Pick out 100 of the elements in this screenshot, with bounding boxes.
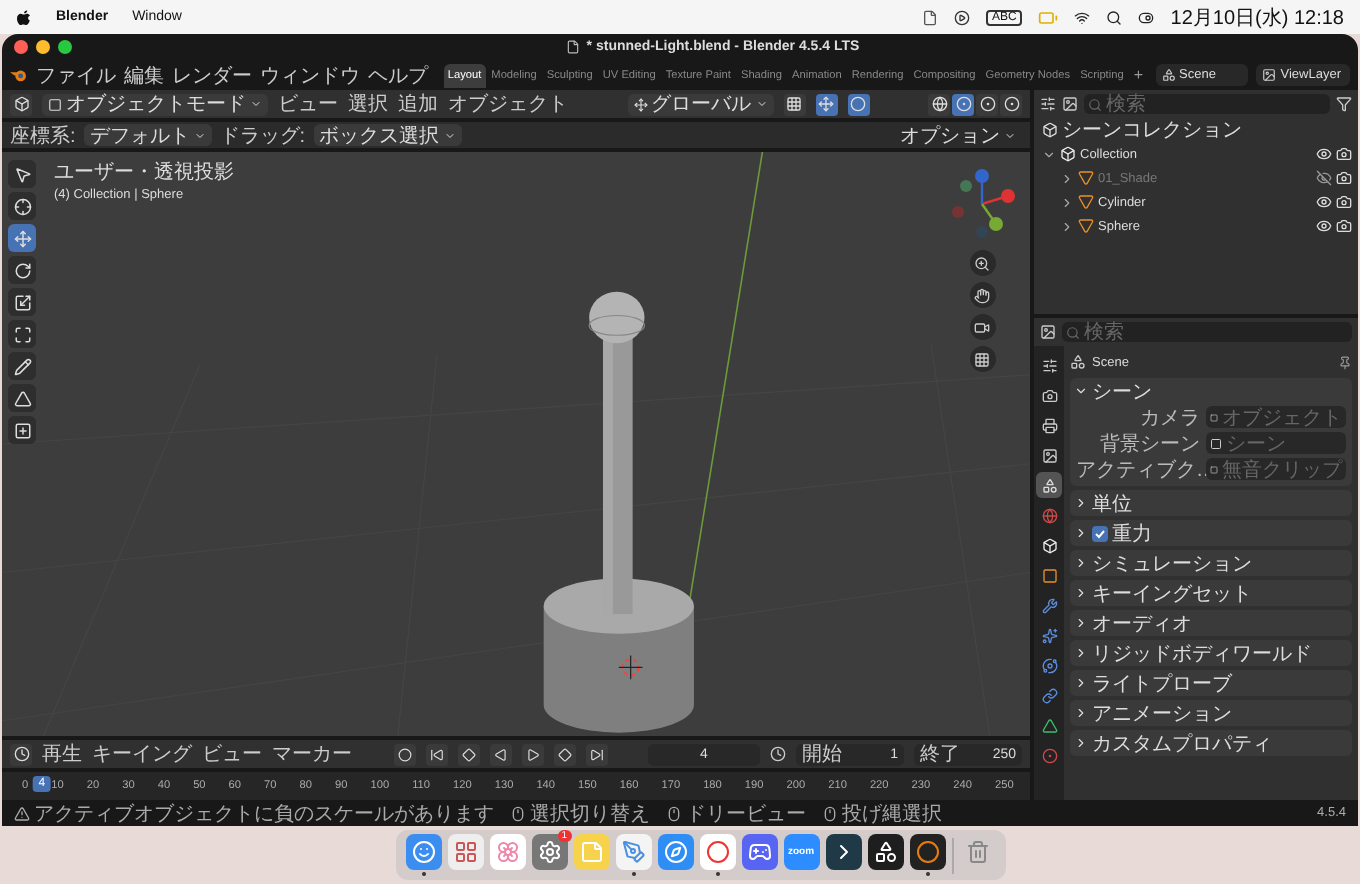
checkbox[interactable] xyxy=(1092,525,1108,541)
mouse-icon xyxy=(510,805,526,821)
shading-button[interactable] xyxy=(952,93,974,115)
menu-item[interactable]: ヘルプ xyxy=(367,61,428,89)
list-icon[interactable] xyxy=(1040,96,1056,112)
document-icon[interactable] xyxy=(921,9,938,25)
search-icon[interactable] xyxy=(1106,9,1123,25)
orientation-dropdown[interactable]: グローバル xyxy=(627,93,773,115)
panel-header[interactable]: カスタムプロパティ xyxy=(1070,730,1352,756)
collection-icon xyxy=(1060,146,1076,162)
zoom-button[interactable] xyxy=(969,250,995,276)
eye-icon[interactable] xyxy=(1316,146,1332,162)
camera-icon[interactable] xyxy=(1336,218,1352,234)
play-button[interactable] xyxy=(521,743,543,765)
menu-item[interactable]: レンダー xyxy=(171,61,252,89)
logo-icon[interactable] xyxy=(10,66,28,84)
grid-view-button[interactable] xyxy=(969,346,995,372)
menu-item[interactable]: ウィンドウ xyxy=(259,61,360,89)
snap-button[interactable] xyxy=(783,93,805,115)
add-workspace-button[interactable]: + xyxy=(1129,66,1147,84)
shading-button[interactable] xyxy=(1000,93,1022,115)
jump-end-button[interactable] xyxy=(585,743,607,765)
tool-button[interactable] xyxy=(8,416,36,444)
circle-icon xyxy=(397,747,411,761)
panel-header[interactable]: リジッドボディワールド xyxy=(1070,640,1352,666)
eye-icon[interactable] xyxy=(1316,218,1332,234)
overlay-button[interactable] xyxy=(847,93,869,115)
tool-button[interactable] xyxy=(8,352,36,380)
close-button[interactable] xyxy=(14,40,28,54)
play-reverse-button[interactable] xyxy=(489,743,511,765)
shading-button[interactable] xyxy=(928,93,950,115)
flower-icon xyxy=(495,840,519,864)
dock-app[interactable] xyxy=(867,834,903,870)
circle-icon xyxy=(850,96,866,112)
minimize-button[interactable] xyxy=(36,40,50,54)
wifi-icon[interactable] xyxy=(1074,9,1091,25)
play-circle-icon[interactable] xyxy=(953,9,970,25)
panel-header[interactable]: アニメーション xyxy=(1070,700,1352,726)
filter-icon[interactable] xyxy=(1336,96,1352,112)
coordinate-dropdown[interactable]: デフォルト xyxy=(83,124,212,146)
menu-item[interactable]: 編集 xyxy=(123,61,164,89)
wireframe-icon xyxy=(931,96,947,112)
zoom-button[interactable] xyxy=(58,40,72,54)
menu-item[interactable]: 追加 xyxy=(398,90,438,118)
dock-app[interactable] xyxy=(909,834,945,870)
panel-header[interactable]: オーディオ xyxy=(1070,610,1352,636)
jump-start-button[interactable] xyxy=(425,743,447,765)
menu-item[interactable]: オブジェクト xyxy=(448,90,568,118)
editor-type-icon[interactable] xyxy=(1040,324,1056,340)
pan-button[interactable] xyxy=(969,282,995,308)
menu-item[interactable]: ビュー xyxy=(278,90,338,118)
tool-button[interactable] xyxy=(8,224,36,252)
image-icon[interactable] xyxy=(1062,96,1078,112)
outliner-item[interactable]: シーンコレクション xyxy=(1062,116,1242,144)
camera-icon[interactable] xyxy=(1336,146,1352,162)
panel-header[interactable]: 単位 xyxy=(1070,490,1352,516)
field-label: カメラ xyxy=(1138,405,1200,431)
next-keyframe-button[interactable] xyxy=(553,743,575,765)
gizmo-button[interactable] xyxy=(815,93,837,115)
tool-button[interactable] xyxy=(8,160,36,188)
eye-icon[interactable] xyxy=(1316,194,1332,210)
section-header[interactable]: シーン xyxy=(1070,378,1352,404)
drag-dropdown[interactable]: ボックス選択 xyxy=(313,124,462,146)
menu-item[interactable]: ファイル xyxy=(35,61,116,89)
tool-button[interactable] xyxy=(8,384,36,412)
camera-icon[interactable] xyxy=(1336,170,1352,186)
panel-header[interactable]: キーイングセット xyxy=(1070,580,1352,606)
mode-dropdown[interactable]: オブジェクトモード xyxy=(42,93,268,115)
apple-icon[interactable] xyxy=(16,8,32,26)
menu-item[interactable]: マーカー xyxy=(272,740,352,768)
eye-closed-icon[interactable] xyxy=(1316,170,1332,186)
sliders-icon xyxy=(1041,357,1057,373)
properties-tab[interactable] xyxy=(1036,472,1062,498)
coordinate-label: 座標系: xyxy=(10,123,76,149)
trash-icon xyxy=(965,840,989,864)
editor-type-button[interactable] xyxy=(10,93,32,115)
camera-view-button[interactable] xyxy=(969,314,995,340)
menu-item[interactable]: ビュー xyxy=(202,740,262,768)
dock-app[interactable] xyxy=(825,834,861,870)
options-dropdown[interactable]: オプション xyxy=(894,124,1022,146)
tool-button[interactable] xyxy=(8,320,36,348)
prev-keyframe-button[interactable] xyxy=(457,743,479,765)
keyframe-button[interactable] xyxy=(393,743,415,765)
clock[interactable]: 12月10日(水) 12:18 xyxy=(1170,3,1344,31)
stopwatch-icon[interactable] xyxy=(770,746,786,762)
panel-header[interactable]: ライトプローブ xyxy=(1070,670,1352,696)
menu-item[interactable]: 選択 xyxy=(348,90,388,118)
editor-type-button[interactable] xyxy=(10,743,32,765)
pin-icon[interactable] xyxy=(1338,355,1352,369)
tool-button[interactable] xyxy=(8,288,36,316)
tool-button[interactable] xyxy=(8,192,36,220)
shading-button[interactable] xyxy=(976,93,998,115)
panel-header[interactable]: シミュレーション xyxy=(1070,550,1352,576)
tool-button[interactable] xyxy=(8,256,36,284)
panel-header[interactable]: 重力 xyxy=(1070,520,1352,546)
menu-item[interactable]: 再生 xyxy=(42,740,82,768)
pen-icon xyxy=(621,840,645,864)
menu-item[interactable]: キーイング xyxy=(92,740,192,768)
diamond-icon xyxy=(461,747,475,761)
camera-icon[interactable] xyxy=(1336,194,1352,210)
